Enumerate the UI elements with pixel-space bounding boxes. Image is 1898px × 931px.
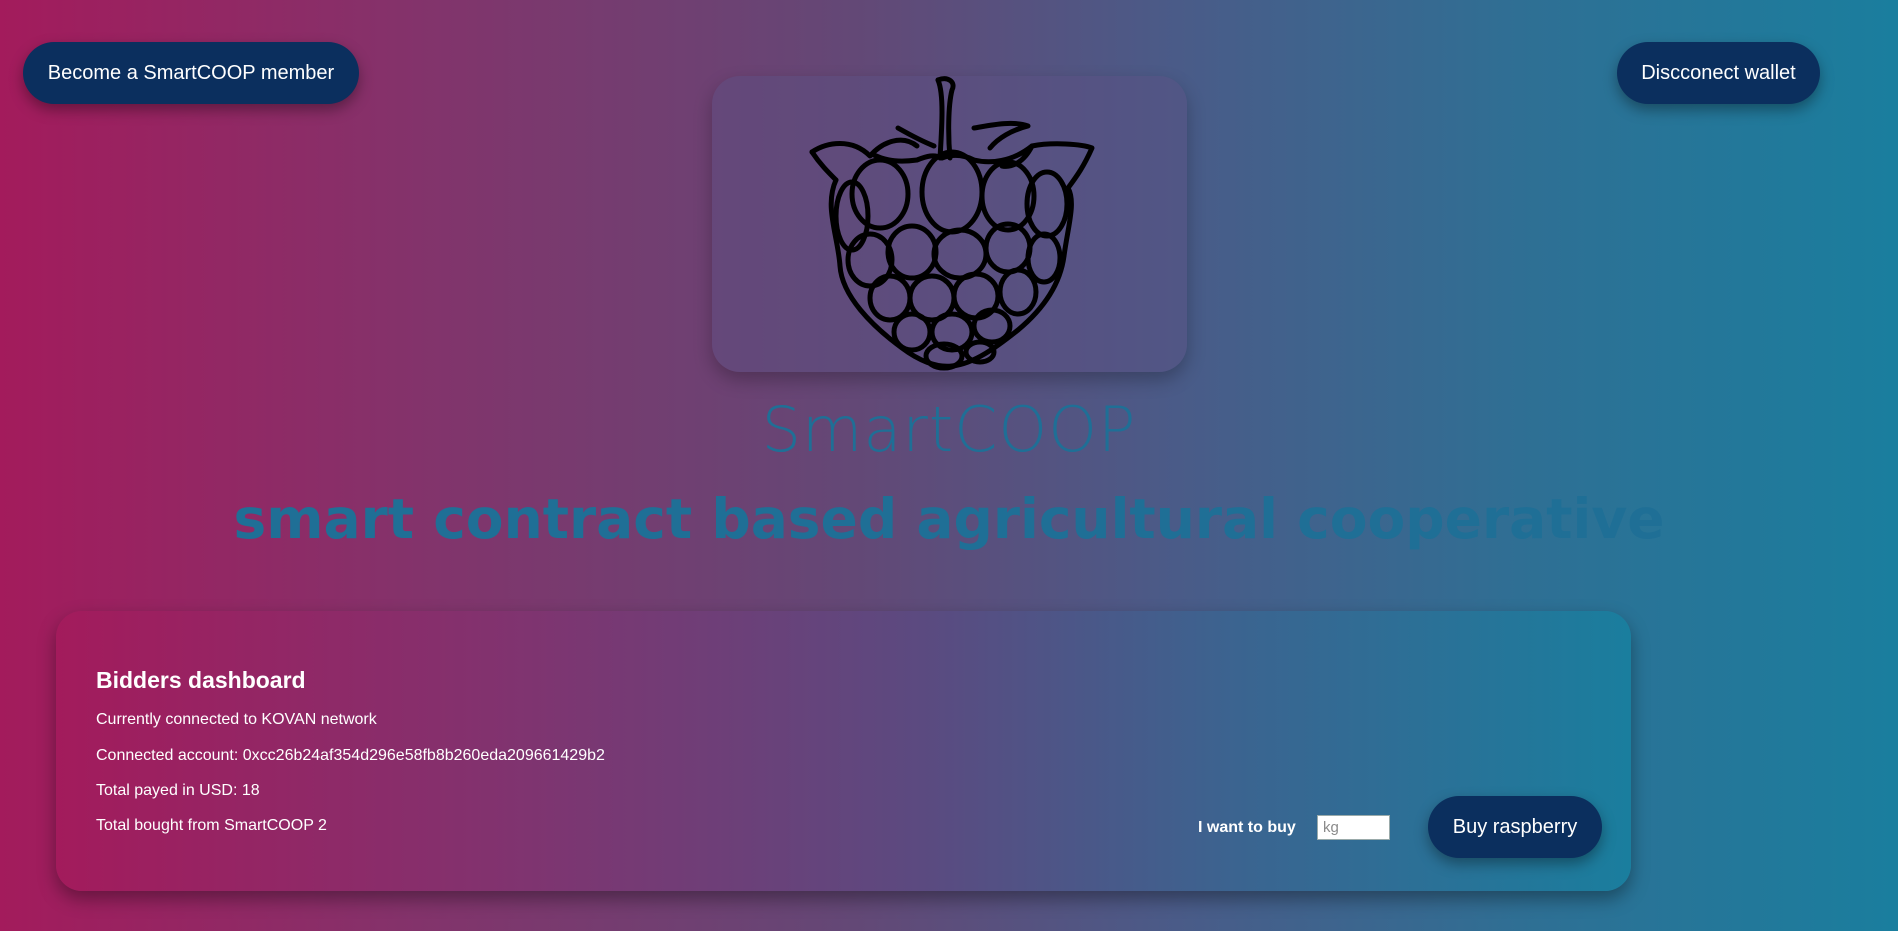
bidders-dashboard-panel: Bidders dashboard Currently connected to…: [56, 611, 1631, 891]
dashboard-title: Bidders dashboard: [96, 667, 306, 693]
buy-raspberry-button[interactable]: Buy raspberry: [1428, 796, 1602, 858]
network-status: Currently connected to KOVAN network: [96, 711, 377, 728]
kg-quantity-input[interactable]: [1317, 815, 1390, 840]
become-member-button[interactable]: Become a SmartCOOP member: [23, 42, 359, 104]
app-title: SmartCOOP: [761, 393, 1137, 466]
disconnect-wallet-button[interactable]: Discconect wallet: [1617, 42, 1820, 104]
total-payed: Total payed in USD: 18: [96, 782, 260, 799]
total-bought: Total bought from SmartCOOP 2: [96, 817, 327, 834]
buy-quantity-label: I want to buy: [1198, 819, 1296, 836]
logo-card: [712, 76, 1187, 372]
connected-account: Connected account: 0xcc26b24af354d296e58…: [96, 747, 605, 764]
app-subtitle: smart contract based agricultural cooper…: [233, 487, 1665, 551]
raspberry-icon: [809, 76, 1095, 371]
